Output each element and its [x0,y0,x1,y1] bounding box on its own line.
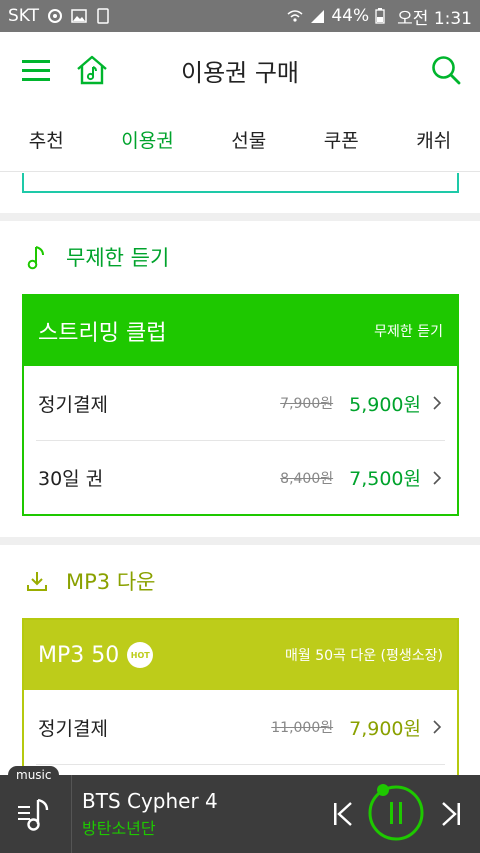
plan-row-subscription[interactable]: 정기결제 7,900원 5,900원 [36,366,445,440]
previous-card-bottom [22,173,459,193]
tab-bar: 추천 이용권 선물 쿠폰 캐쉬 [0,108,480,172]
card-desc: 매월 50곡 다운 (평생소장) [284,648,443,664]
original-price: 7,900원 [280,396,334,412]
app-bar: 이용권 구매 [0,32,480,108]
song-title: BTS Cypher 4 [82,789,218,813]
search-button[interactable] [418,42,474,98]
streaming-club-card: 스트리밍 클럽 무제한 듣기 정기결제 7,900원 5,900원 30일 권 … [22,294,459,516]
card-desc: 무제한 듣기 [374,324,443,340]
next-button[interactable] [438,799,464,829]
sale-price: 5,900원 [349,393,421,416]
section-header-mp3: MP3 다운 [0,551,480,611]
section-divider [0,537,480,545]
tab-recommend[interactable]: 추천 [17,116,76,163]
battery-percent: 44% [331,6,370,26]
original-price: 8,400원 [280,470,334,487]
music-tag: music [8,766,60,784]
next-icon [442,802,460,826]
hamburger-icon [22,60,50,81]
plan-label: 정기결제 [38,393,108,416]
device-status-icon [95,8,111,24]
playlist-music-icon [17,798,48,831]
chevron-right-icon [433,470,442,485]
plan-label: 30일 권 [38,468,104,490]
home-music-icon [77,55,107,85]
battery-icon [375,8,391,24]
home-button[interactable] [64,42,120,98]
plan-row-next[interactable] [36,764,445,775]
menu-button[interactable] [8,42,64,98]
hot-badge: HOT [127,642,154,668]
tab-gift[interactable]: 선물 [219,116,278,163]
card-name: MP3 50 [38,642,120,668]
clock: 오전 1:31 [397,8,472,29]
pause-button[interactable] [366,783,426,843]
chevron-right-icon [433,396,442,410]
plan-row-subscription[interactable]: 정기결제 11,000원 7,900원 [36,690,445,764]
status-bar: SKT 44% 오전 1:31 [0,0,480,32]
mp3-50-card: MP3 50 HOT 매월 50곡 다운 (평생소장) 정기결제 11,000원… [22,618,459,775]
carrier-label: SKT [8,6,40,26]
artist-name: 방탄소년단 [82,819,156,838]
content-scroll-area[interactable]: 무제한 듣기 스트리밍 클럽 무제한 듣기 정기결제 7,900원 5,900원… [0,173,480,775]
card-header: MP3 50 HOT 매월 50곡 다운 (평생소장) [24,620,457,690]
music-note-icon [24,244,50,270]
section-header-unlimited: 무제한 듣기 [0,227,480,287]
signal-icon [309,8,325,24]
sale-price: 7,900원 [349,717,421,740]
original-price: 11,000원 [271,720,334,736]
playlist-button[interactable] [0,775,72,853]
pause-icon [368,784,424,841]
chevron-right-icon [433,720,442,734]
wifi-icon [287,8,303,24]
previous-button[interactable] [330,799,356,829]
mini-player[interactable]: BTS Cypher 4 방탄소년단 [0,775,480,853]
tab-pass[interactable]: 이용권 [109,116,185,163]
settings-status-icon [47,8,63,24]
section-title: 무제한 듣기 [66,246,170,270]
card-header: 스트리밍 클럽 무제한 듣기 [24,296,457,366]
download-icon [24,568,50,594]
gallery-status-icon [71,8,87,24]
search-icon [432,56,461,85]
section-divider [0,213,480,221]
tab-cash[interactable]: 캐쉬 [404,116,463,163]
previous-icon [334,802,352,826]
plan-label: 정기결제 [38,717,108,740]
plan-row-30day[interactable]: 30일 권 8,400원 7,500원 [36,440,445,514]
section-title: MP3 다운 [66,570,156,594]
card-name: 스트리밍 클럽 [38,321,167,346]
tab-coupon[interactable]: 쿠폰 [312,116,371,163]
sale-price: 7,500원 [349,468,421,490]
hot-badge-text: HOT [130,650,150,660]
